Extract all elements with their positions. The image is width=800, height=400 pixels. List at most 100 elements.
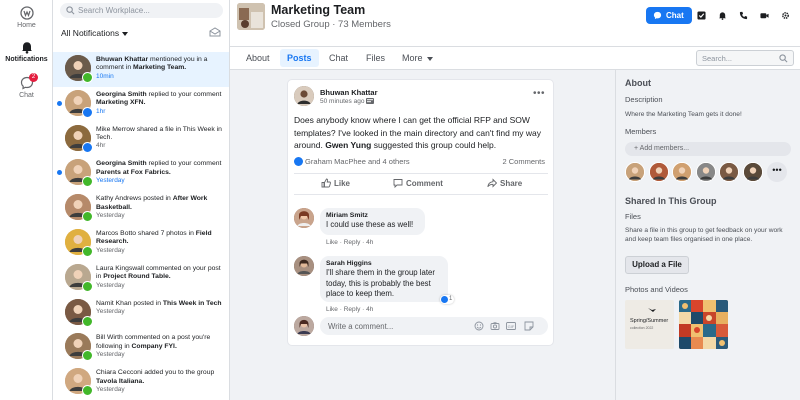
search-icon[interactable] <box>779 54 788 63</box>
mark-read-icon[interactable] <box>209 27 221 37</box>
tab-files[interactable]: Files <box>359 49 392 67</box>
commenter-name[interactable]: Sarah Higgins <box>326 260 442 267</box>
settings-icon <box>782 12 789 19</box>
member-avatar[interactable] <box>695 162 716 182</box>
comment-button[interactable]: Comment <box>393 179 443 189</box>
notification-time: 10min <box>96 72 114 80</box>
chat-badge: 2 <box>29 73 38 82</box>
like-reaction-icon <box>294 156 303 166</box>
notification-item[interactable]: Laura Kingswall commented on your post i… <box>53 261 229 296</box>
post-comments-count[interactable]: 2 Comments <box>502 157 545 166</box>
notification-item[interactable]: Bhuwan Khattar mentioned you in a commen… <box>53 52 229 87</box>
svg-text:GIF: GIF <box>508 324 515 329</box>
group-search <box>696 50 794 66</box>
files-description: Share a file in this group to get feedba… <box>625 227 783 243</box>
post-mention[interactable]: Gwen Yung <box>325 140 371 150</box>
checklist-button[interactable] <box>693 7 710 24</box>
notification-type-icon <box>82 106 93 118</box>
rail-item-home[interactable]: Home <box>0 6 53 29</box>
tab-chat[interactable]: Chat <box>322 49 355 67</box>
workplace-search-input[interactable] <box>78 4 218 17</box>
post-likes-text: Graham MacPhee and 4 others <box>305 157 410 166</box>
comment-meta[interactable]: Like · Reply · 4h <box>326 239 373 246</box>
tab-about[interactable]: About <box>239 49 277 67</box>
notification-item[interactable]: Mike Merrow shared a file in This Week i… <box>53 122 229 157</box>
phone-icon <box>739 11 748 20</box>
notification-text: Namit Khan posted in This Week in Tech Ye… <box>96 300 224 317</box>
camera-icon[interactable] <box>490 321 500 331</box>
group-tabs: About Posts Chat Files More <box>230 46 800 70</box>
add-members-placeholder: + Add members... <box>634 145 690 152</box>
member-avatar[interactable] <box>672 162 692 182</box>
notification-item[interactable]: Georgina Smith replied to your comment P… <box>53 156 229 191</box>
notification-item[interactable]: Chiara Cecconi added you to the group Ta… <box>53 365 229 400</box>
author-avatar[interactable] <box>294 86 314 106</box>
video-call-button[interactable] <box>756 7 773 24</box>
post-author[interactable]: Bhuwan Khattar <box>320 88 378 97</box>
add-members-input[interactable]: + Add members... <box>625 142 791 156</box>
sticker-icon[interactable] <box>524 321 534 331</box>
notification-item[interactable]: Bill Wirth commented on a post you're fo… <box>53 330 229 365</box>
more-members-button[interactable]: ••• <box>767 162 787 182</box>
group-chat-button[interactable]: Chat <box>646 7 692 24</box>
group-cover-image[interactable] <box>237 3 265 30</box>
group-search-input[interactable] <box>702 53 777 64</box>
photo-thumbnail[interactable] <box>679 300 728 349</box>
member-avatar[interactable] <box>719 162 739 182</box>
notification-item[interactable]: Georgina Smith replied to your comment M… <box>53 87 229 122</box>
notification-target: Project Round Table. <box>103 273 171 281</box>
comment-label: Comment <box>406 179 443 189</box>
notification-text: Marcos Botto shared 7 photos in Field Re… <box>96 230 224 255</box>
upload-file-button[interactable]: Upload a File <box>625 256 689 274</box>
commenter-avatar[interactable] <box>294 208 314 228</box>
comment-icon <box>393 179 403 189</box>
notification-body: Mike Merrow shared a file in This Week i… <box>96 125 222 141</box>
member-avatar-graphic <box>649 163 668 181</box>
call-button[interactable] <box>735 7 752 24</box>
notification-target: This Week in Tech <box>162 299 222 307</box>
post-options-button[interactable]: ••• <box>533 88 545 99</box>
member-avatar[interactable] <box>625 162 645 182</box>
tab-more[interactable]: More <box>395 49 440 67</box>
notifications-filter[interactable]: All Notifications <box>61 27 221 40</box>
gif-icon[interactable]: GIF <box>506 321 516 331</box>
commenter-avatar[interactable] <box>294 256 314 276</box>
notification-item[interactable]: Kathy Andrews posted in After Work Baske… <box>53 191 229 226</box>
notification-time: Yesterday <box>96 385 125 393</box>
commenter-name[interactable]: Miriam Smitz <box>326 212 419 219</box>
notifications-filter-label: All Notifications <box>61 28 120 38</box>
my-avatar-graphic <box>294 316 314 336</box>
like-button[interactable]: Like <box>321 178 350 189</box>
comment-reaction[interactable]: 1 <box>440 295 454 304</box>
post-card: Bhuwan Khattar 50 minutes ago ••• Does a… <box>287 79 554 346</box>
photo-thumbnail[interactable]: Spring/Summer collection 2022 <box>625 300 674 349</box>
emoji-icon[interactable] <box>474 321 484 331</box>
notification-body: replied to your comment <box>146 160 222 168</box>
thumbs-up-icon <box>321 178 331 188</box>
comment-meta[interactable]: Like · Reply · 4h <box>326 306 373 313</box>
group-name[interactable]: Marketing Team <box>271 3 365 17</box>
share-button[interactable]: Share <box>487 178 522 189</box>
notification-text: Georgina Smith replied to your comment M… <box>96 91 224 116</box>
notification-text: Laura Kingswall commented on your post i… <box>96 265 224 290</box>
rail-item-notifications[interactable]: Notifications <box>0 40 53 63</box>
notifications-button[interactable] <box>714 7 731 24</box>
post-time-text: 50 minutes ago <box>320 98 365 105</box>
tab-posts[interactable]: Posts <box>280 49 319 67</box>
post-likes[interactable]: Graham MacPhee and 4 others <box>294 156 410 167</box>
post-body: Does anybody know where I can get the of… <box>294 114 552 152</box>
notification-type-icon <box>82 176 93 188</box>
photo-pattern-graphic <box>679 300 728 349</box>
notification-type-icon <box>82 315 93 327</box>
rail-item-chat[interactable]: 2 Chat <box>0 73 53 99</box>
search-icon <box>66 6 75 15</box>
member-avatar[interactable] <box>742 162 763 182</box>
notification-item[interactable]: Marcos Botto shared 7 photos in Field Re… <box>53 226 229 261</box>
comment-input[interactable] <box>328 320 468 332</box>
notification-item[interactable]: Namit Khan posted in This Week in Tech Ye… <box>53 296 229 331</box>
chevron-down-icon <box>122 31 129 36</box>
files-label: Files <box>625 212 641 221</box>
notification-time: Yesterday <box>96 177 125 185</box>
member-avatar[interactable] <box>648 162 669 182</box>
settings-button[interactable] <box>777 7 794 24</box>
